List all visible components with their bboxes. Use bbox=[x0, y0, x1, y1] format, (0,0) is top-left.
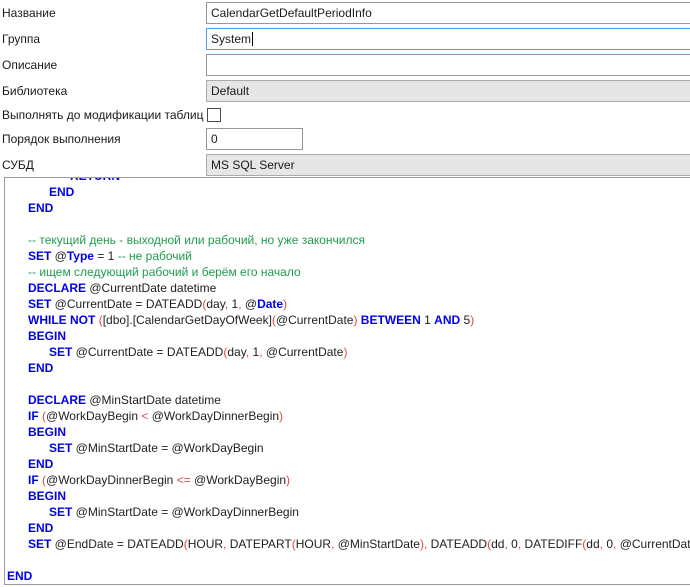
code-line: IF (@WorkDayDinnerBegin <= @WorkDayBegin… bbox=[5, 472, 690, 488]
code-line: BEGIN bbox=[5, 328, 690, 344]
library-label: Библиотека bbox=[2, 84, 67, 98]
code-line: SET @MinStartDate = @WorkDayDinnerBegin bbox=[5, 504, 690, 520]
code-line: END bbox=[5, 456, 690, 472]
library-field: Default bbox=[206, 80, 690, 102]
code-line: END bbox=[5, 360, 690, 376]
code-line: IF (@WorkDayBegin < @WorkDayDinnerBegin) bbox=[5, 408, 690, 424]
code-line bbox=[5, 552, 690, 568]
execution-order-input[interactable]: 0 bbox=[206, 128, 303, 150]
code-line: SET @CurrentDate = DATEADD(day, 1, @Date… bbox=[5, 296, 690, 312]
code-line bbox=[5, 376, 690, 392]
code-line: SET @Type = 1 -- не рабочий bbox=[5, 248, 690, 264]
name-input-text: CalendarGetDefaultPeriodInfo bbox=[211, 6, 372, 20]
procedure-editor-window: Название CalendarGetDefaultPeriodInfo Гр… bbox=[0, 0, 690, 587]
sql-code-content: RETURNENDEND -- текущий день - выходной … bbox=[5, 177, 690, 584]
group-input[interactable]: System bbox=[206, 28, 690, 50]
name-input[interactable]: CalendarGetDefaultPeriodInfo bbox=[206, 2, 690, 24]
code-line bbox=[5, 216, 690, 232]
code-line: BEGIN bbox=[5, 424, 690, 440]
run-before-modification-checkbox[interactable] bbox=[207, 108, 221, 122]
description-input[interactable] bbox=[206, 54, 690, 76]
code-line: -- текущий день - выходной или рабочий, … bbox=[5, 232, 690, 248]
code-line: SET @CurrentDate = DATEADD(day, 1, @Curr… bbox=[5, 344, 690, 360]
dbms-field: MS SQL Server bbox=[206, 154, 690, 176]
dbms-label: СУБД bbox=[2, 158, 34, 172]
group-input-text: System bbox=[211, 32, 251, 46]
code-line: SET @EndDate = DATEADD(HOUR, DATEPART(HO… bbox=[5, 536, 690, 552]
code-line: END bbox=[5, 568, 690, 584]
code-line: END bbox=[5, 184, 690, 200]
execution-order-input-text: 0 bbox=[211, 132, 218, 146]
execution-order-label: Порядок выполнения bbox=[2, 132, 121, 146]
name-label: Название bbox=[2, 6, 56, 20]
sql-code-editor[interactable]: RETURNENDEND -- текущий день - выходной … bbox=[4, 177, 690, 585]
run-before-modification-label: Выполнять до модификации таблиц bbox=[2, 108, 203, 122]
code-line: END bbox=[5, 520, 690, 536]
code-line: RETURN bbox=[5, 177, 690, 184]
description-label: Описание bbox=[2, 58, 57, 72]
code-line: WHILE NOT ([dbo].[CalendarGetDayOfWeek](… bbox=[5, 312, 690, 328]
code-line: END bbox=[5, 200, 690, 216]
code-line: DECLARE @MinStartDate datetime bbox=[5, 392, 690, 408]
dbms-field-text: MS SQL Server bbox=[211, 158, 295, 172]
text-caret bbox=[252, 32, 253, 46]
code-line: -- ищем следующий рабочий и берём его на… bbox=[5, 264, 690, 280]
group-label: Группа bbox=[2, 32, 40, 46]
code-line: SET @MinStartDate = @WorkDayBegin bbox=[5, 440, 690, 456]
code-line: BEGIN bbox=[5, 488, 690, 504]
library-field-text: Default bbox=[211, 84, 249, 98]
code-line: DECLARE @CurrentDate datetime bbox=[5, 280, 690, 296]
